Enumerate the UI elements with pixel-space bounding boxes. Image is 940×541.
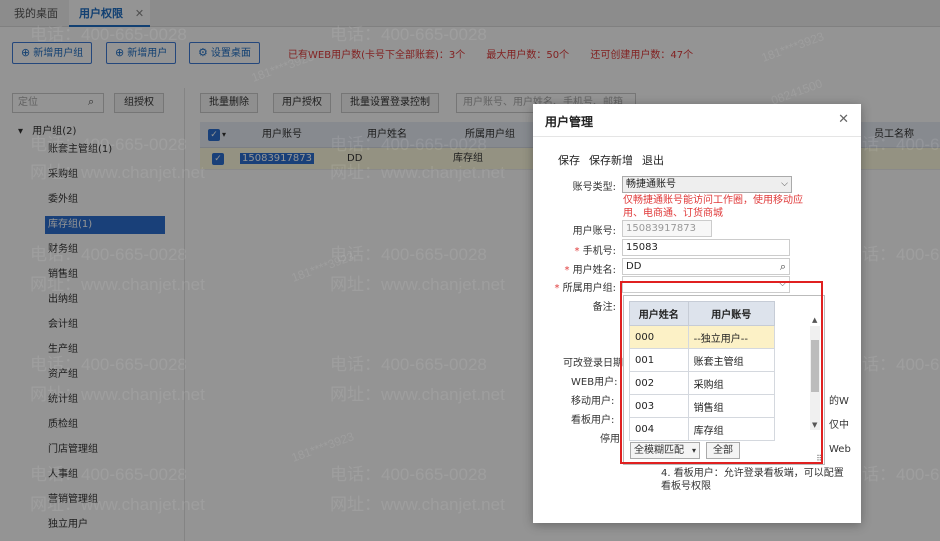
watermark-site: 网址：www.chanjet.net [330,275,505,294]
close-icon[interactable]: ✕ [838,112,849,127]
right-snippet: 的W [829,396,849,407]
save-new-button[interactable]: 保存新增 [589,152,633,168]
group-label-text: 所属用户组: [562,283,616,294]
user-account-label: 用户账号: [572,226,616,237]
divider [533,136,861,137]
save-button[interactable]: 保存 [558,152,580,168]
account-type-select[interactable]: 畅捷通账号 ⌵ [622,176,792,193]
watermark-phone: 电话：400-665-0028 [30,465,187,484]
user-name-label: * 用户姓名: [564,265,616,276]
watermark-site: 网址：www.chanjet.net [30,163,205,182]
chevron-down-icon: ⌵ [781,179,788,189]
watermark-site: 网址：www.chanjet.net [330,163,505,182]
watermark-phone: 电话：400-665-0028 [330,465,487,484]
phone-field[interactable]: 15083 [622,239,790,256]
highlight-box [620,281,823,464]
watermark-phone: 电话：400-665-0028 [30,25,187,44]
board-user-note: 4. 看板用户：允许登录看板端，可以配置看板号权限 [661,468,844,492]
account-type-label: 账号类型: [572,182,616,193]
phone-label: * 手机号: [574,246,616,257]
watermark-phone: 电话：400-665-0028 [30,135,187,154]
user-name-value: DD [626,261,642,272]
web-user-label: WEB用户: [571,377,618,388]
mobile-user-label: 移动用户: [571,396,615,407]
account-type-value: 畅捷通账号 [626,179,676,190]
user-name-field[interactable]: DD ⌕ [622,258,790,275]
right-snippet: Web [829,444,851,455]
watermark-phone: 电话：400-665-0028 [330,25,487,44]
exit-button[interactable]: 退出 [642,152,664,168]
watermark-phone: 电话：400-665-0028 [30,355,187,374]
watermark-phone: 电话：400-665-0028 [30,245,187,264]
search-icon[interactable]: ⌕ [780,259,786,274]
account-type-hint: 仅畅捷通账号能访问工作圈，使用移动应用、电商通、订货商城 [623,195,803,219]
user-account-field: 15083917873 [622,220,712,237]
watermark-site: 网址：www.chanjet.net [30,495,205,514]
user-name-label-text: 用户姓名: [572,265,616,276]
watermark-phone: 电话：400-665-0028 [330,355,487,374]
remark-label: 备注: [592,302,616,313]
group-label: * 所属用户组: [554,283,616,294]
right-snippet: 仅中 [829,420,849,431]
phone-label-text: 手机号: [582,246,616,257]
dialog-title: 用户管理 [545,115,594,129]
watermark-site: 网址：www.chanjet.net [330,495,505,514]
watermark-site: 网址：www.chanjet.net [30,385,205,404]
board-user-label: 看板用户: [571,415,615,426]
watermark-phone: 电话：400-665-0028 [330,135,487,154]
watermark-site: 网址：www.chanjet.net [30,275,205,294]
disable-label: 停用 [600,434,620,445]
watermark-site: 网址：www.chanjet.net [330,385,505,404]
login-date-label: 可改登录日期 [563,358,623,369]
